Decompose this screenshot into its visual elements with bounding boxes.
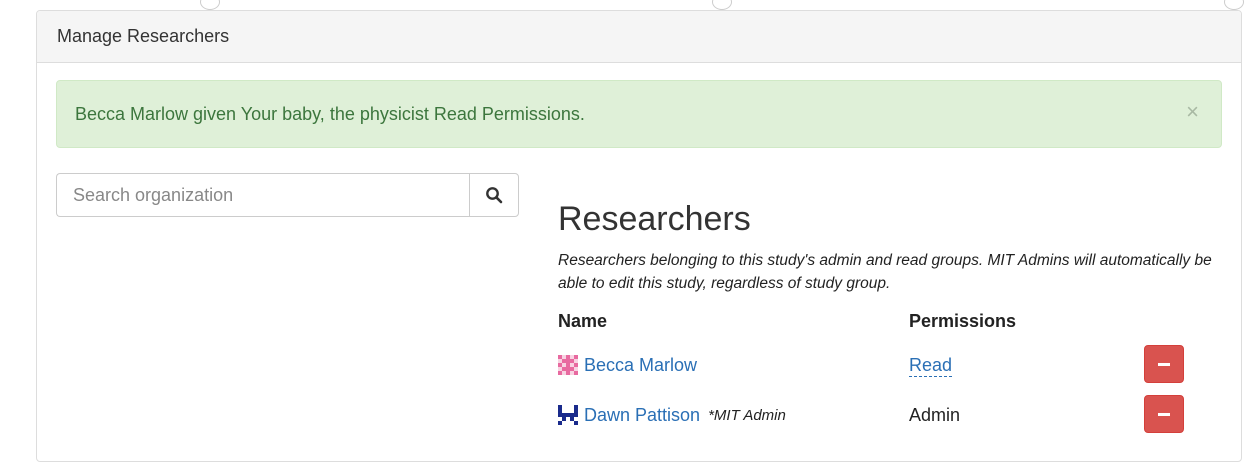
column-header-permissions: Permissions <box>909 311 1017 331</box>
alert-message: Becca Marlow given Your baby, the physic… <box>75 103 585 124</box>
avatar-identicon <box>558 405 578 425</box>
search-icon <box>486 187 503 204</box>
minus-icon <box>1158 412 1170 416</box>
researcher-name-link[interactable]: Dawn Pattison <box>584 405 700 426</box>
search-input[interactable] <box>56 173 469 217</box>
permission-text: Admin <box>909 404 961 425</box>
researchers-heading: Researchers <box>558 200 751 238</box>
mit-admin-note: *MIT Admin <box>708 406 786 424</box>
remove-researcher-button[interactable] <box>1144 395 1184 433</box>
panel-title: Manage Researchers <box>57 26 230 46</box>
permission-editable-link[interactable]: Read <box>909 354 953 377</box>
decorative-arc <box>200 0 220 10</box>
researcher-row: Becca Marlow Read <box>558 345 1218 385</box>
search-button[interactable] <box>469 173 519 217</box>
name-cell: Dawn Pattison *MIT Admin <box>558 395 786 435</box>
permission-cell: Admin <box>909 395 960 435</box>
decorative-arc <box>712 0 732 10</box>
researcher-row: Dawn Pattison *MIT Admin Admin <box>558 395 1218 435</box>
permission-cell: Read <box>909 345 953 385</box>
column-header-name: Name <box>558 311 608 331</box>
success-alert: Becca Marlow given Your baby, the physic… <box>56 80 1222 148</box>
panel-heading: Manage Researchers <box>37 11 1241 63</box>
name-cell: Becca Marlow <box>558 345 697 385</box>
avatar-identicon <box>558 355 578 375</box>
close-icon[interactable]: × <box>1186 101 1199 123</box>
researcher-name-link[interactable]: Becca Marlow <box>584 355 697 376</box>
researchers-description: Researchers belonging to this study's ad… <box>558 252 1212 292</box>
decorative-arc <box>1224 0 1244 10</box>
minus-icon <box>1158 362 1170 366</box>
remove-researcher-button[interactable] <box>1144 345 1184 383</box>
researchers-section: Researchers Researchers belonging to thi… <box>558 199 1218 433</box>
manage-researchers-panel: Manage Researchers Becca Marlow given Yo… <box>36 10 1242 462</box>
search-group <box>56 173 519 217</box>
